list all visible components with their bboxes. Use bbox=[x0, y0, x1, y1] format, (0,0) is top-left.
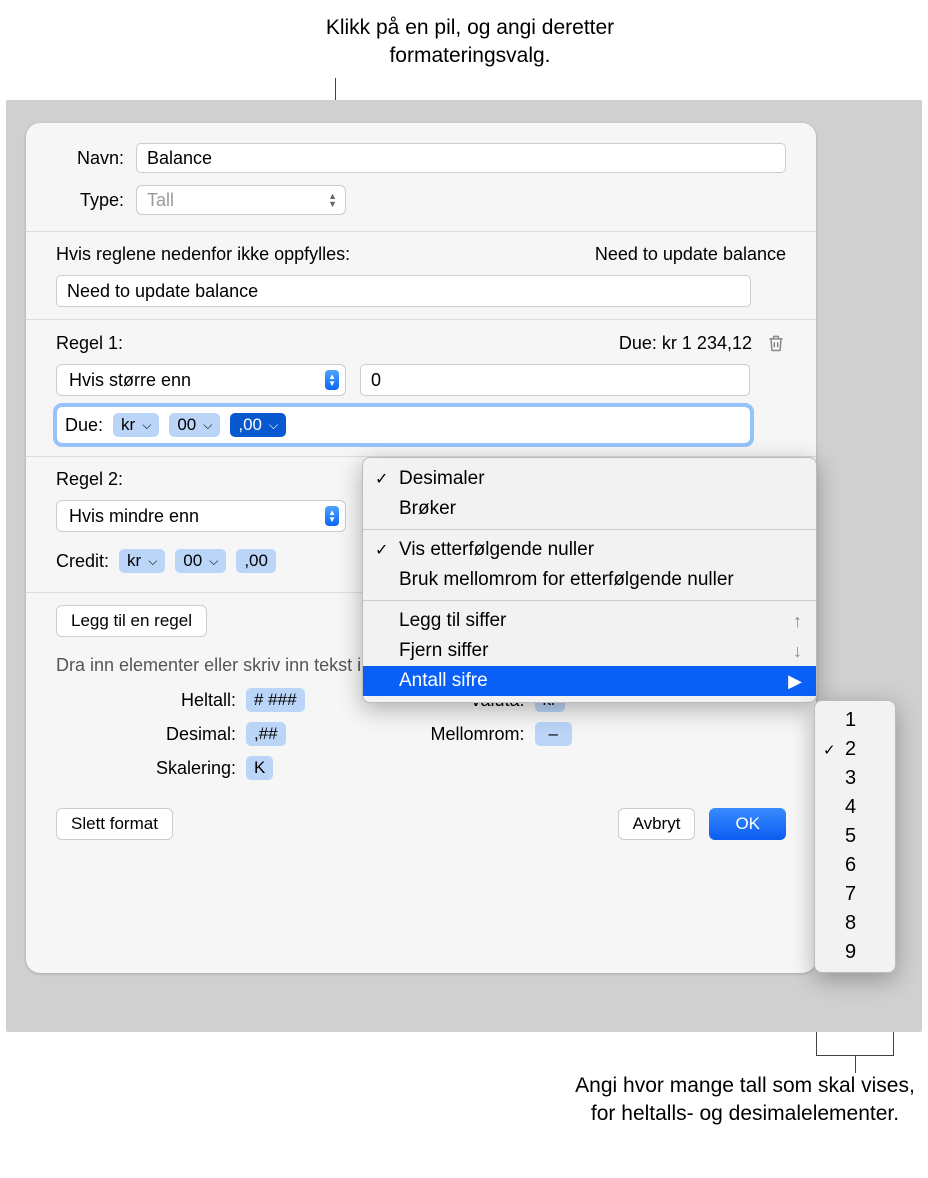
updown-icon: ▲▼ bbox=[325, 506, 339, 526]
divider bbox=[26, 319, 816, 320]
decimal-element-token[interactable]: ,## bbox=[246, 722, 286, 746]
submenu-option-3[interactable]: 3 bbox=[815, 764, 895, 793]
format-popup-menu: ✓ Desimaler Brøker ✓ Vis etterfølgende n… bbox=[362, 457, 817, 703]
submenu-option-2[interactable]: ✓ 2 bbox=[815, 735, 895, 764]
space-element-token[interactable]: – bbox=[535, 722, 572, 746]
rule1-condition-select[interactable]: Hvis større enn ▲▼ bbox=[56, 364, 346, 396]
callout-bottom-text: Angi hvor mange tall som skal vises, for… bbox=[565, 1072, 925, 1129]
popup-fractions[interactable]: Brøker bbox=[363, 494, 816, 524]
type-select[interactable]: Tall ▲▼ bbox=[136, 185, 346, 215]
integer-token[interactable]: 00⌵ bbox=[175, 549, 226, 573]
condition-text-input[interactable] bbox=[56, 275, 751, 307]
cancel-button[interactable]: Avbryt bbox=[618, 808, 696, 840]
add-rule-button[interactable]: Legg til en regel bbox=[56, 605, 207, 637]
submenu-option-4[interactable]: 4 bbox=[815, 793, 895, 822]
check-icon: ✓ bbox=[823, 741, 836, 759]
popup-remove-digit[interactable]: Fjern siffer ↓ bbox=[363, 636, 816, 666]
chevron-down-icon: ⌵ bbox=[142, 418, 151, 433]
rule2-prefix-text: Credit: bbox=[56, 551, 109, 572]
popup-num-digits[interactable]: Antall sifre ▶ bbox=[363, 666, 816, 696]
decimal-token-selected[interactable]: ,00⌵ bbox=[230, 413, 286, 437]
down-arrow-icon: ↓ bbox=[793, 641, 802, 662]
rule1-prefix-text: Due: bbox=[65, 415, 103, 436]
check-icon: ✓ bbox=[375, 469, 388, 489]
submenu-option-8[interactable]: 8 bbox=[815, 909, 895, 938]
chevron-down-icon: ⌵ bbox=[203, 418, 212, 433]
popup-space-trailing[interactable]: Bruk mellomrom for etterfølgende nuller bbox=[363, 565, 816, 595]
delete-format-button[interactable]: Slett format bbox=[56, 808, 173, 840]
rule1-value-input[interactable] bbox=[360, 364, 750, 396]
callout-bracket bbox=[816, 1032, 894, 1056]
trash-icon[interactable] bbox=[766, 332, 786, 354]
type-label: Type: bbox=[56, 190, 136, 211]
preview-top: Need to update balance bbox=[595, 244, 786, 265]
rules-not-met-label: Hvis reglene nedenfor ikke oppfylles: bbox=[56, 244, 350, 265]
up-arrow-icon: ↑ bbox=[793, 611, 802, 632]
submenu-option-1[interactable]: 1 bbox=[815, 706, 895, 735]
menu-separator bbox=[363, 600, 816, 601]
name-label: Navn: bbox=[56, 148, 136, 169]
popup-trailing-zeros[interactable]: ✓ Vis etterfølgende nuller bbox=[363, 535, 816, 565]
ok-button[interactable]: OK bbox=[709, 808, 786, 840]
rule1-format-field[interactable]: Due: kr⌵ 00⌵ ,00⌵ bbox=[56, 406, 751, 444]
rule2-condition-value: Hvis mindre enn bbox=[69, 506, 199, 527]
integer-element-token[interactable]: # ### bbox=[246, 688, 305, 712]
rule2-label: Regel 2: bbox=[56, 469, 123, 490]
space-label: Mellomrom: bbox=[415, 724, 525, 745]
chevron-right-icon: ▶ bbox=[788, 671, 802, 692]
submenu-option-7[interactable]: 7 bbox=[815, 880, 895, 909]
updown-icon: ▲▼ bbox=[328, 192, 337, 208]
rule1-condition-value: Hvis større enn bbox=[69, 370, 191, 391]
digits-submenu: 1 ✓ 2 3 4 5 6 7 8 9 bbox=[814, 700, 896, 973]
submenu-option-5[interactable]: 5 bbox=[815, 822, 895, 851]
callout-top-text: Klikk på en pil, og angi deretter format… bbox=[260, 14, 680, 71]
chevron-down-icon: ⌵ bbox=[269, 418, 278, 433]
scaling-element-token[interactable]: K bbox=[246, 756, 273, 780]
popup-decimals[interactable]: ✓ Desimaler bbox=[363, 464, 816, 494]
rule1-label: Regel 1: bbox=[56, 333, 123, 354]
integer-token[interactable]: 00⌵ bbox=[169, 413, 220, 437]
name-input[interactable] bbox=[136, 143, 786, 173]
type-select-value: Tall bbox=[147, 190, 174, 211]
popup-add-digit[interactable]: Legg til siffer ↑ bbox=[363, 606, 816, 636]
rule1-preview: Due: kr 1 234,12 bbox=[619, 333, 752, 354]
currency-token[interactable]: kr⌵ bbox=[113, 413, 159, 437]
rule2-condition-select[interactable]: Hvis mindre enn ▲▼ bbox=[56, 500, 346, 532]
integer-label: Heltall: bbox=[126, 690, 236, 711]
menu-separator bbox=[363, 529, 816, 530]
updown-icon: ▲▼ bbox=[325, 370, 339, 390]
chevron-down-icon: ⌵ bbox=[148, 554, 157, 569]
decimal-token[interactable]: ,00 bbox=[236, 549, 276, 573]
submenu-option-9[interactable]: 9 bbox=[815, 938, 895, 967]
check-icon: ✓ bbox=[375, 540, 388, 560]
currency-token[interactable]: kr⌵ bbox=[119, 549, 165, 573]
divider bbox=[26, 231, 816, 232]
submenu-option-6[interactable]: 6 bbox=[815, 851, 895, 880]
scaling-label: Skalering: bbox=[126, 758, 236, 779]
chevron-down-icon: ⌵ bbox=[209, 554, 218, 569]
decimal-label: Desimal: bbox=[126, 724, 236, 745]
